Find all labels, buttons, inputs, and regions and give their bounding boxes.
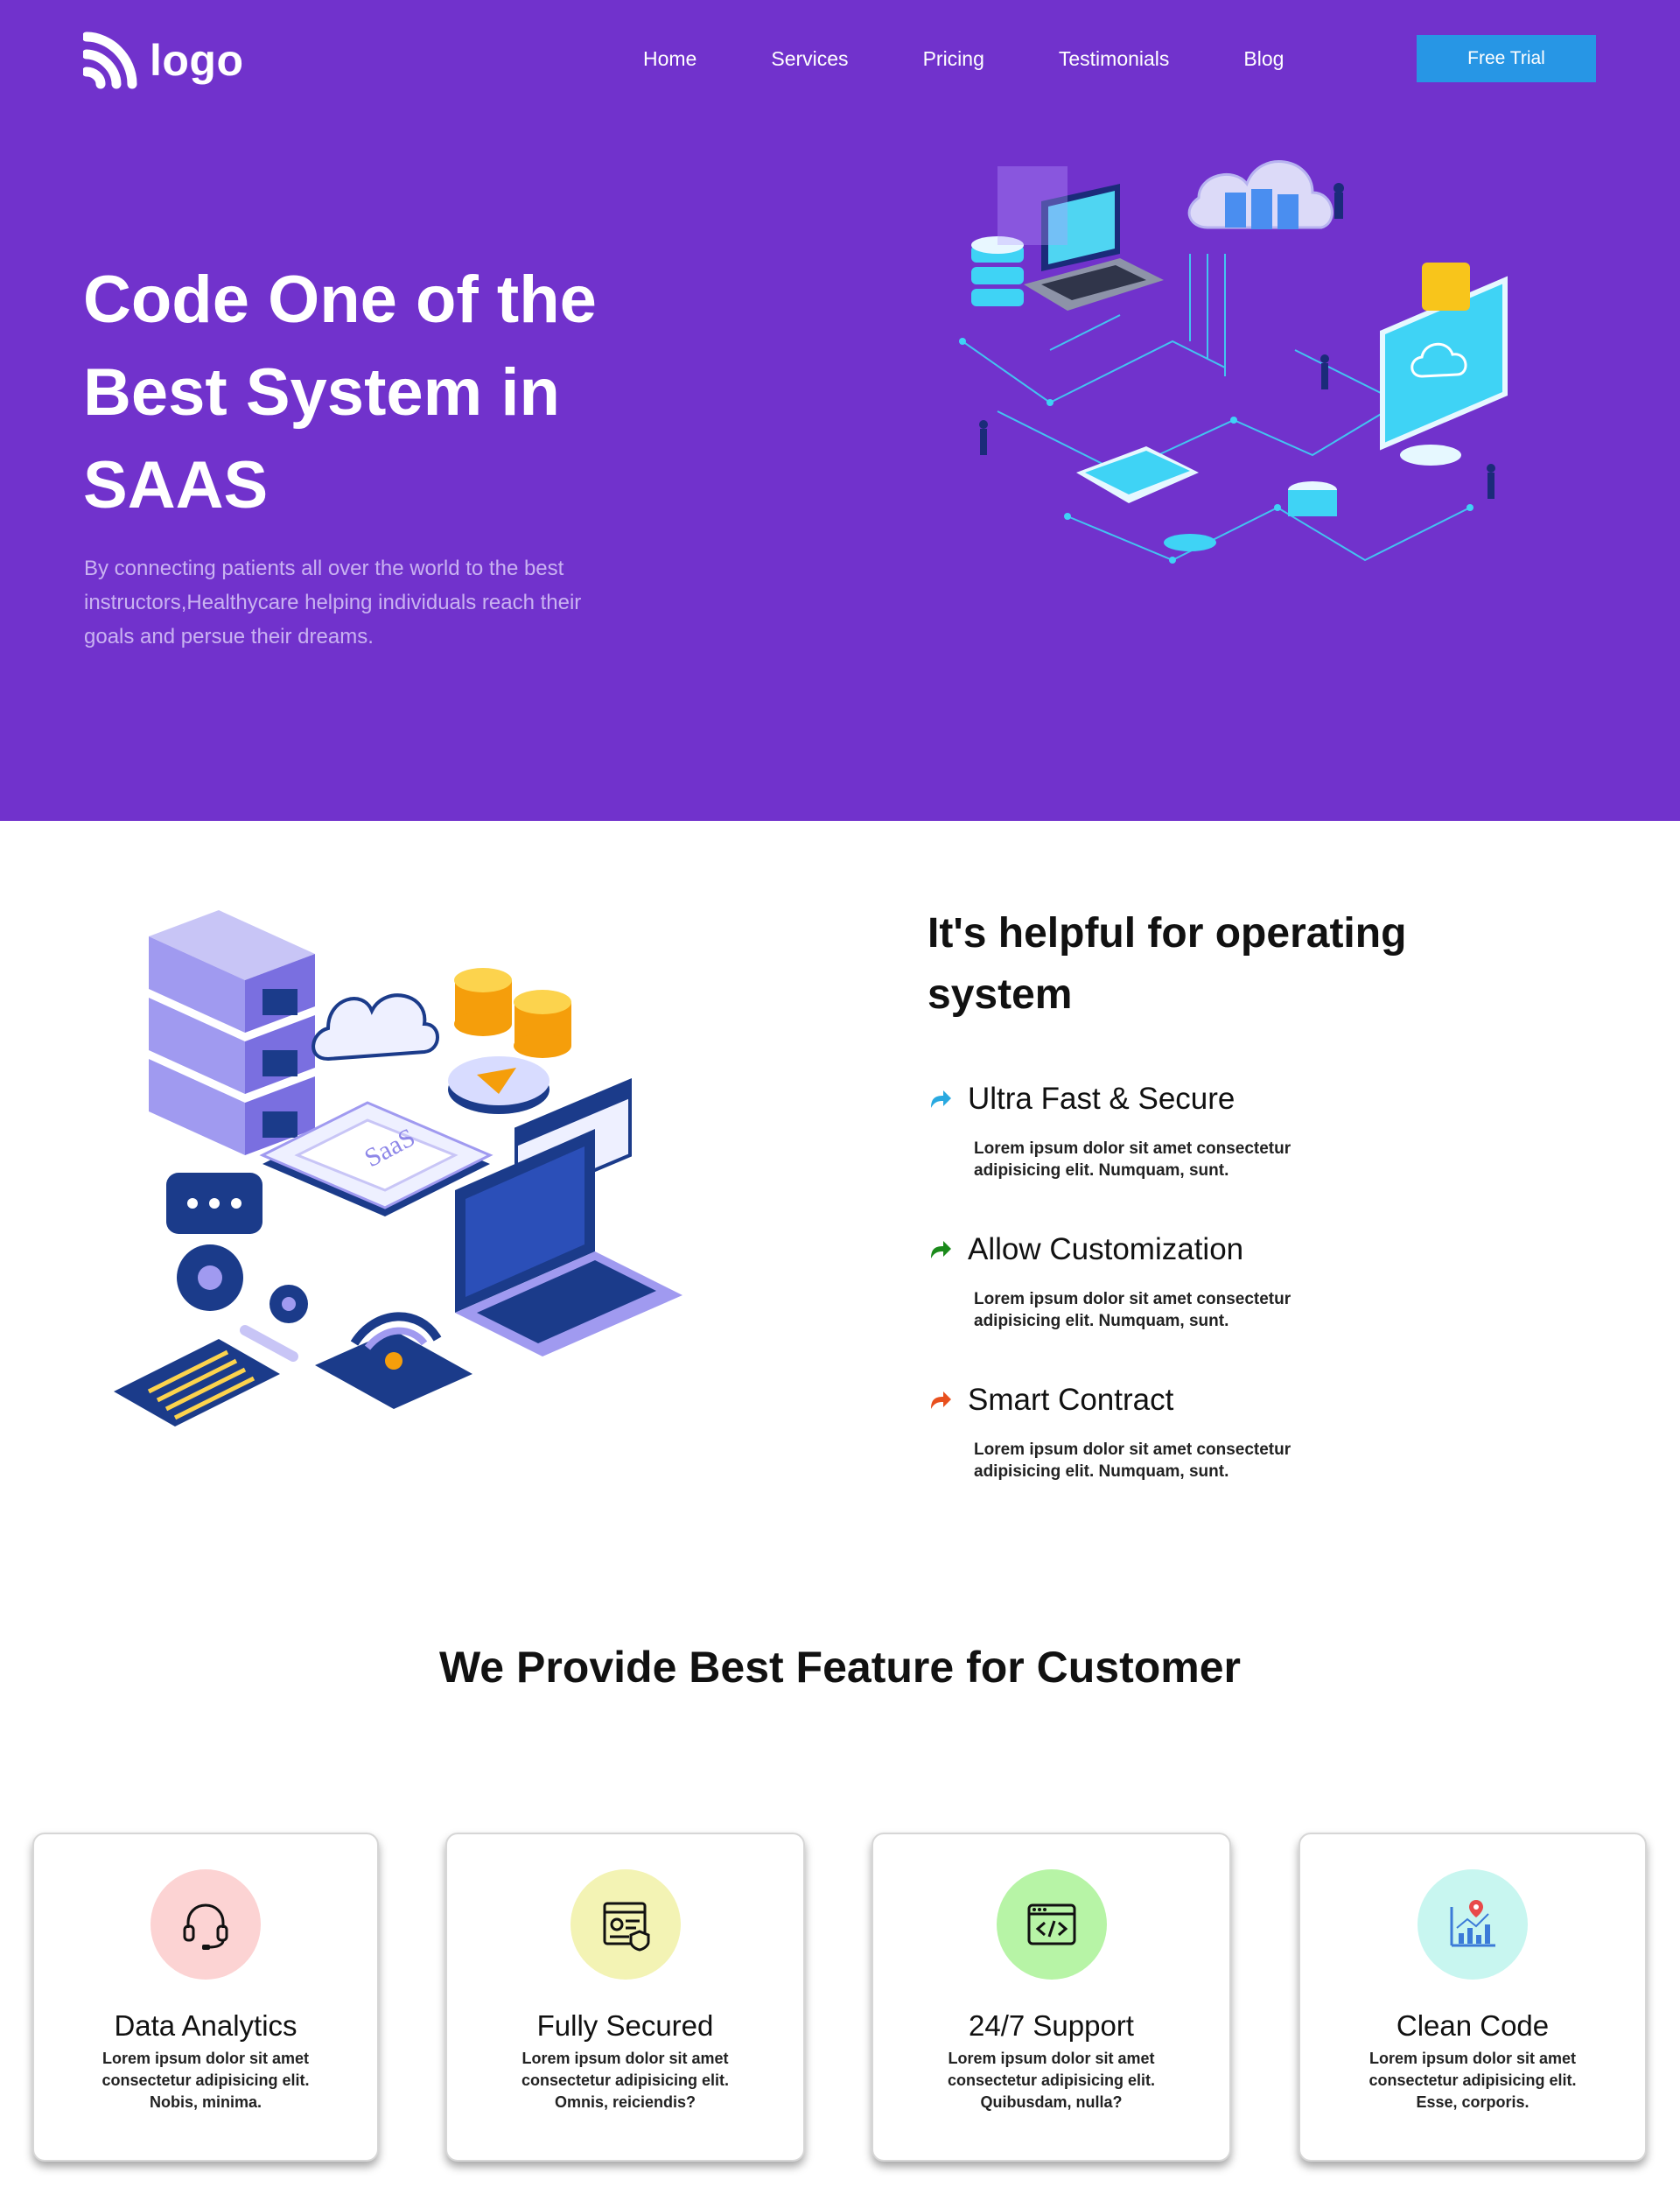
saas-isometric-illustration: SaaS	[114, 910, 682, 1426]
cloud-icon	[1187, 160, 1334, 229]
feature-card-support[interactable]: 24/7 Support Lorem ipsum dolor sit amet …	[872, 1833, 1231, 2162]
feature-title: Allow Customization	[968, 1232, 1244, 1266]
coins-icon	[454, 968, 571, 1058]
logo-text: logo	[150, 36, 244, 85]
arrow-icon	[931, 1090, 951, 1108]
wifi-phone-icon	[315, 1312, 472, 1409]
hero-title: Code One of the Best System in SAAS	[83, 263, 597, 522]
card-icon-wrapper	[150, 1869, 261, 1980]
cloud-network-illustration	[959, 160, 1508, 564]
card-title: 24/7 Support	[969, 2009, 1134, 2042]
chat-bubble-icon	[166, 1173, 262, 1234]
features-section-title: We Provide Best Feature for Customer	[439, 1643, 1241, 1692]
database-icon	[971, 236, 1024, 306]
card-title: Clean Code	[1396, 2009, 1550, 2042]
feature-customization: Allow Customization Lorem ipsum dolor si…	[928, 1232, 1418, 1332]
arrow-icon	[931, 1391, 951, 1409]
nav-pricing[interactable]: Pricing	[923, 47, 984, 71]
feature-text: Lorem ipsum dolor sit amet consectetur a…	[974, 1290, 1292, 1330]
feature-text: Lorem ipsum dolor sit amet consectetur a…	[974, 1440, 1292, 1481]
feature-card-data-analytics[interactable]: Data Analytics Lorem ipsum dolor sit ame…	[32, 1833, 379, 2162]
feature-ultra-fast: Ultra Fast & Secure Lorem ipsum dolor si…	[928, 1082, 1418, 1181]
server-stack-icon	[149, 910, 315, 1155]
arrow-icon	[931, 1241, 951, 1258]
feature-title: Smart Contract	[968, 1383, 1174, 1417]
code-window-icon	[1027, 1903, 1075, 1945]
logo[interactable]: logo	[83, 32, 244, 89]
hero-subtitle: By connecting patients all over the worl…	[84, 557, 582, 648]
card-text: Lorem ipsum dolor sit amet consectetur a…	[102, 2050, 310, 2111]
phone-icon	[1076, 446, 1199, 503]
card-icon-wrapper	[996, 1869, 1107, 1980]
card-icon-wrapper	[1418, 1869, 1528, 1980]
card-text: Lorem ipsum dolor sit amet consectetur a…	[1368, 2050, 1577, 2111]
logo-icon	[83, 32, 137, 89]
play-icon	[448, 1056, 550, 1114]
nav-testimonials[interactable]: Testimonials	[1059, 47, 1170, 71]
gear-icon	[177, 1244, 308, 1323]
hero-section: logo Home Services Pricing Testimonials …	[0, 0, 1680, 821]
feature-text: Lorem ipsum dolor sit amet consectetur a…	[974, 1139, 1292, 1180]
secure-document-icon	[603, 1902, 649, 1952]
feature-card-fully-secured[interactable]: Fully Secured Lorem ipsum dolor sit amet…	[445, 1833, 805, 2162]
main-nav: Home Services Pricing Testimonials Blog	[643, 47, 1284, 71]
cloud-icon	[312, 993, 439, 1062]
card-title: Fully Secured	[536, 2009, 714, 2042]
feature-title: Ultra Fast & Secure	[968, 1082, 1236, 1116]
nav-blog[interactable]: Blog	[1243, 47, 1284, 71]
analytics-chart-icon	[1450, 1900, 1495, 1947]
feature-card-clean-code[interactable]: Clean Code Lorem ipsum dolor sit amet co…	[1298, 1833, 1647, 2162]
nav-home[interactable]: Home	[643, 47, 696, 71]
free-trial-button[interactable]: Free Trial	[1417, 35, 1596, 82]
laptop-icon	[455, 1129, 682, 1356]
headset-icon	[183, 1903, 228, 1950]
card-text: Lorem ipsum dolor sit amet consectetur a…	[947, 2050, 1156, 2111]
card-title: Data Analytics	[114, 2009, 298, 2042]
monitor-icon	[1380, 263, 1508, 466]
notebook-icon	[114, 1325, 298, 1426]
card-text: Lorem ipsum dolor sit amet consectetur a…	[521, 2050, 730, 2111]
feature-smart-contract: Smart Contract Lorem ipsum dolor sit ame…	[928, 1383, 1418, 1483]
nav-services[interactable]: Services	[771, 47, 848, 71]
helpful-section-title: It's helpful for operating system	[928, 910, 1407, 1018]
card-icon-wrapper	[570, 1869, 681, 1980]
